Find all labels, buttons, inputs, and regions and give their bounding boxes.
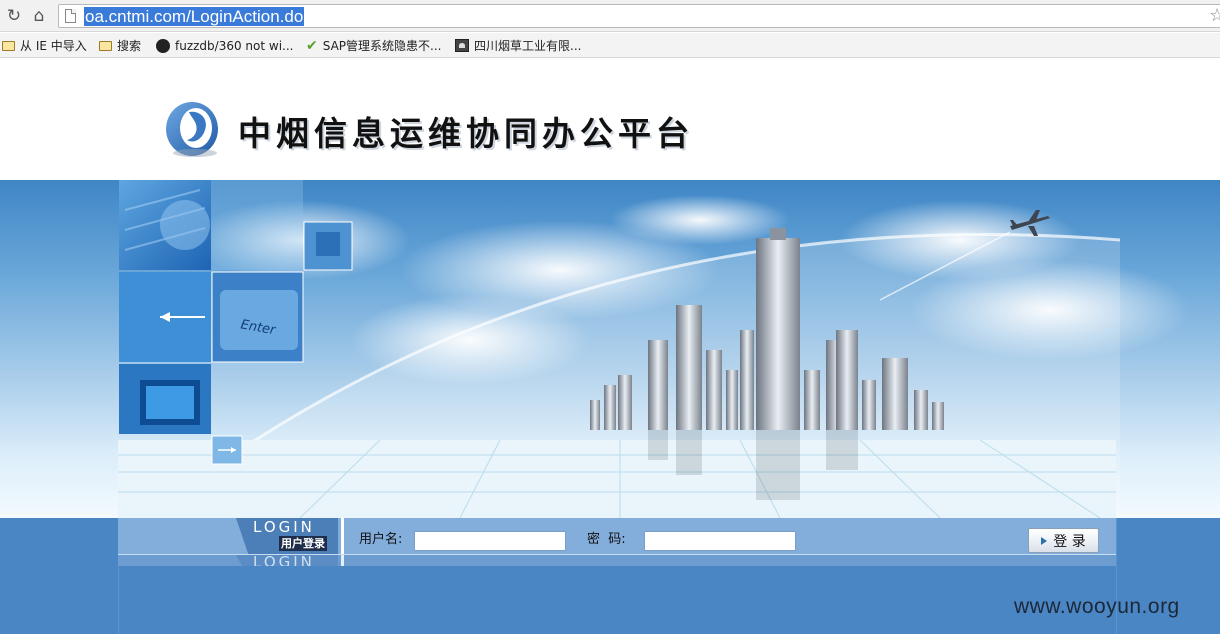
logo-icon	[166, 102, 218, 157]
folder-icon	[99, 40, 112, 51]
password-input[interactable]	[644, 531, 796, 551]
bookmark-sichuan-tobacco[interactable]: 四川烟草工业有限...	[455, 37, 581, 54]
browser-toolbar: ↻ ⌂ oa.cntmi.com/LoginAction.do ☆	[0, 0, 1220, 32]
bookmark-label: SAP管理系统隐患不...	[322, 39, 442, 53]
arrow-right-icon	[1041, 536, 1048, 545]
bookmark-label: 搜索	[117, 39, 142, 53]
login-button[interactable]: 登 录	[1028, 528, 1099, 553]
login-label-en: LOGIN	[253, 518, 315, 536]
login-button-label: 登 录	[1053, 533, 1086, 550]
address-bar[interactable]: oa.cntmi.com/LoginAction.do ☆	[58, 4, 1220, 28]
bookmarks-bar: 从 IE 中导入 搜索 fuzzdb/360 not wi... ✔ SAP管理…	[0, 33, 1220, 58]
site-title: 中烟信息运维协同办公平台	[238, 114, 694, 153]
bookmark-label: 从 IE 中导入	[20, 39, 87, 53]
bookmark-fuzzdb[interactable]: fuzzdb/360 not wi...	[156, 37, 293, 54]
login-divider	[341, 518, 344, 554]
page-content: 中烟信息运维协同办公平台 Enter LOGIN LOGIN 用户登录 用户名:…	[0, 59, 1220, 634]
github-icon	[156, 38, 170, 53]
bookmark-import-ie[interactable]: 从 IE 中导入	[2, 37, 87, 54]
page-icon	[65, 9, 76, 23]
login-label-cn: 用户登录	[279, 536, 327, 551]
bookmark-label: 四川烟草工业有限...	[474, 39, 582, 53]
url-text[interactable]: oa.cntmi.com/LoginAction.do	[84, 7, 305, 26]
folder-icon	[2, 40, 15, 51]
home-icon[interactable]: ⌂	[29, 6, 49, 26]
check-icon: ✔	[306, 37, 318, 54]
hero-banner: Enter	[0, 180, 1220, 518]
bookmark-search[interactable]: 搜索	[99, 37, 141, 54]
bookmark-sap[interactable]: ✔ SAP管理系统隐患不...	[306, 37, 441, 54]
banner-illustration: Enter	[118, 180, 1190, 518]
site-icon	[455, 39, 469, 52]
reload-icon[interactable]: ↻	[4, 6, 24, 26]
bookmark-star-icon[interactable]: ☆	[1209, 6, 1220, 26]
username-input[interactable]	[414, 531, 566, 551]
watermark: www.wooyun.org	[1014, 595, 1180, 618]
username-label: 用户名:	[359, 532, 403, 547]
password-label: 密 码:	[587, 532, 626, 547]
login-label-en-reflection: LOGIN	[253, 555, 315, 566]
bookmark-label: fuzzdb/360 not wi...	[175, 38, 294, 53]
